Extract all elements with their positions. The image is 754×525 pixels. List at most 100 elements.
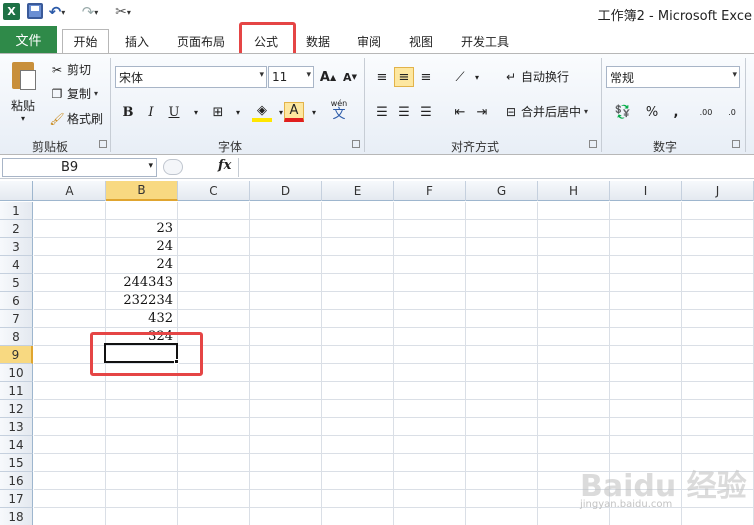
select-all-corner[interactable]	[0, 181, 33, 201]
row-header-12[interactable]: 12	[0, 400, 33, 418]
wrap-text-button[interactable]: ↵ 自动换行	[504, 68, 569, 85]
tab-insert[interactable]: 插入	[114, 30, 160, 53]
tab-view[interactable]: 视图	[398, 30, 444, 53]
tab-home[interactable]: 开始	[62, 29, 109, 53]
font-size-select[interactable]: 11 ▾	[268, 66, 314, 88]
format-painter-button[interactable]: 🖌 格式刷	[49, 110, 103, 127]
merge-center-button[interactable]: ⊟ 合并后居中 ▾	[504, 103, 588, 120]
formula-input[interactable]	[238, 158, 754, 177]
column-header-d[interactable]: D	[250, 181, 322, 201]
cell-b7[interactable]: 432	[105, 310, 176, 328]
tab-developer[interactable]: 开发工具	[452, 30, 518, 53]
column-header-b[interactable]: B	[106, 181, 178, 201]
percent-button[interactable]: %	[642, 102, 662, 122]
alignment-launcher-icon[interactable]	[589, 140, 597, 148]
row-header-18[interactable]: 18	[0, 508, 33, 525]
row-header-9[interactable]: 9	[0, 346, 33, 364]
decrease-indent-icon[interactable]: ⇤	[450, 102, 470, 122]
scissors-icon: ✂	[51, 62, 63, 77]
underline-dropdown-icon[interactable]: ▾	[186, 102, 206, 122]
increase-decimal-button[interactable]: .00	[694, 102, 718, 122]
number-launcher-icon[interactable]	[732, 140, 740, 148]
cell-b6[interactable]: 232234	[105, 292, 176, 310]
cut-button[interactable]: ✂ 剪切	[50, 61, 91, 78]
window-title: 工作簿2 - Microsoft Exce	[597, 9, 752, 24]
save-icon[interactable]	[27, 3, 43, 19]
row-header-3[interactable]: 3	[0, 238, 33, 256]
cell-b2[interactable]: 23	[105, 220, 176, 238]
column-headers: A B C D E F G H I J	[0, 181, 754, 201]
redo-icon[interactable]: ↷ ▾	[82, 3, 99, 21]
column-header-c[interactable]: C	[178, 181, 250, 201]
worksheet-grid: A B C D E F G H I J 1 2 3 4 5 6 7 8 9 10…	[0, 181, 754, 525]
formula-bar-resize-handle[interactable]	[163, 159, 183, 175]
increase-indent-icon[interactable]: ⇥	[472, 102, 492, 122]
borders-icon[interactable]: ⊞	[208, 102, 228, 122]
borders-dropdown-icon[interactable]: ▾	[228, 102, 248, 122]
row-header-2[interactable]: 2	[0, 220, 33, 238]
font-color-button[interactable]: A	[284, 102, 304, 122]
cell-b3[interactable]: 24	[105, 238, 176, 256]
phonetic-button[interactable]: wén 文	[326, 99, 352, 121]
row-header-13[interactable]: 13	[0, 418, 33, 436]
name-box-dropdown-icon[interactable]: ▾	[148, 161, 153, 171]
paste-button[interactable]	[8, 58, 40, 94]
excel-app-icon[interactable]: X	[3, 3, 20, 20]
fill-color-icon[interactable]: ◈	[252, 102, 272, 122]
underline-button[interactable]: U	[164, 102, 184, 122]
insert-function-button[interactable]: fx	[218, 158, 231, 173]
column-header-i[interactable]: I	[610, 181, 682, 201]
column-header-h[interactable]: H	[538, 181, 610, 201]
align-bottom-icon[interactable]: ≡	[416, 67, 436, 87]
row-header-14[interactable]: 14	[0, 436, 33, 454]
decrease-decimal-button[interactable]: .0	[720, 102, 744, 122]
align-left-icon[interactable]: ☰	[372, 102, 392, 122]
cell-b4[interactable]: 24	[105, 256, 176, 274]
comma-button[interactable]: ,	[666, 102, 686, 122]
bold-button[interactable]: B	[118, 102, 138, 122]
clipboard-launcher-icon[interactable]	[99, 140, 107, 148]
customize-icon[interactable]: ✂ ▾	[115, 3, 131, 21]
font-color-dropdown-icon[interactable]: ▾	[304, 102, 324, 122]
row-header-11[interactable]: 11	[0, 382, 33, 400]
row-header-15[interactable]: 15	[0, 454, 33, 472]
column-header-a[interactable]: A	[34, 181, 106, 201]
row-header-16[interactable]: 16	[0, 472, 33, 490]
paste-label[interactable]: 粘贴	[11, 97, 35, 114]
undo-icon[interactable]: ↶ ▾	[49, 3, 66, 21]
row-header-4[interactable]: 4	[0, 256, 33, 274]
tab-data[interactable]: 数据	[295, 30, 341, 53]
accounting-format-icon[interactable]: 💱	[609, 102, 637, 122]
align-right-icon[interactable]: ☰	[416, 102, 436, 122]
tab-review[interactable]: 审阅	[346, 30, 392, 53]
row-header-1[interactable]: 1	[0, 202, 33, 220]
paste-dropdown-icon[interactable]: ▾	[21, 114, 25, 123]
name-box[interactable]: B9 ▾	[2, 158, 157, 177]
column-header-j[interactable]: J	[682, 181, 754, 201]
cell-b5[interactable]: 244343	[105, 274, 176, 292]
row-header-5[interactable]: 5	[0, 274, 33, 292]
shrink-font-button[interactable]: A ▼	[340, 67, 360, 87]
align-middle-icon[interactable]: ≡	[394, 67, 414, 87]
font-launcher-icon[interactable]	[352, 140, 360, 148]
tab-file[interactable]: 文件	[0, 26, 57, 53]
ribbon-home: 粘贴 ▾ ✂ 剪切 ❐ 复制 ▾ 🖌 格式刷 剪贴板 宋体 ▾ 11 ▾ A ▲ A ▼ …	[0, 53, 754, 155]
align-center-icon[interactable]: ☰	[394, 102, 414, 122]
row-header-17[interactable]: 17	[0, 490, 33, 508]
font-family-select[interactable]: 宋体 ▾	[115, 66, 267, 88]
column-header-f[interactable]: F	[394, 181, 466, 201]
copy-button[interactable]: ❐ 复制 ▾	[50, 85, 98, 102]
italic-button[interactable]: I	[141, 102, 161, 122]
grow-font-button[interactable]: A ▲	[318, 67, 338, 87]
row-header-7[interactable]: 7	[0, 310, 33, 328]
number-format-select[interactable]: 常规 ▾	[606, 66, 740, 88]
column-header-e[interactable]: E	[322, 181, 394, 201]
row-header-10[interactable]: 10	[0, 364, 33, 382]
watermark-url: jingyan.baidu.com	[580, 499, 673, 510]
column-header-g[interactable]: G	[466, 181, 538, 201]
tab-page-layout[interactable]: 页面布局	[168, 30, 234, 53]
row-header-8[interactable]: 8	[0, 328, 33, 346]
orientation-dropdown-icon[interactable]: ▾	[467, 67, 487, 87]
align-top-icon[interactable]: ≡	[372, 67, 392, 87]
row-header-6[interactable]: 6	[0, 292, 33, 310]
